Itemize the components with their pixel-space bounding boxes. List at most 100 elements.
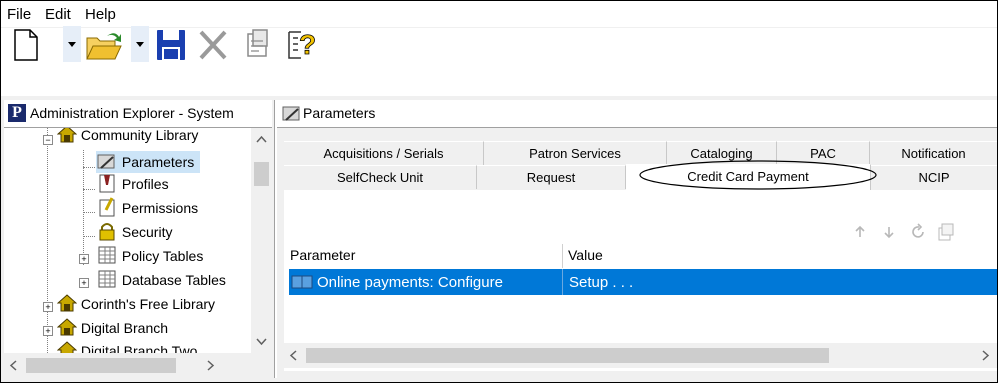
tab-acquisitions-serials[interactable]: Acquisitions / Serials [284,141,484,165]
polaris-logo-icon: P [8,104,26,122]
chevron-down-icon [136,42,144,47]
library-branch-icon [56,294,78,312]
tab-ncip[interactable]: NCIP [871,165,997,189]
tree-line [83,236,95,237]
profiles-icon [99,174,115,193]
scroll-up-icon[interactable] [251,130,272,150]
tree-line [47,128,48,353]
parameters-title: Parameters [303,105,376,121]
refresh-icon[interactable] [909,223,927,241]
parameter-cell: Online payments: Configure [317,274,503,291]
tab-label: Acquisitions / Serials [323,146,444,161]
delete-x-icon[interactable] [197,28,229,62]
parameters-header: Parameters [277,100,997,128]
highlight-ellipse [639,160,877,190]
tree-item-database-tables[interactable]: Database Tables [96,269,226,291]
parameters-icon [282,106,300,121]
tree-item-digital-branch[interactable]: Digital Branch [56,317,169,339]
column-divider[interactable] [562,244,563,268]
save-disk-icon[interactable] [155,28,187,62]
menu-edit[interactable]: Edit [45,6,71,23]
security-lock-icon [99,223,115,241]
tree-item-label: Corinth's Free Library [80,296,216,312]
value-cell[interactable]: Setup . . . [569,274,633,291]
whats-this-help-icon[interactable]: ? [287,28,319,62]
tab-label: Notification [901,146,966,161]
explorer-horizontal-scrollbar[interactable] [4,353,272,378]
scroll-down-icon[interactable] [251,331,272,351]
tree-item-label: Permissions [121,200,199,216]
expand-toggle[interactable]: + [79,278,89,288]
explorer-tree: − Community Library Parameters Profiles [4,128,272,353]
new-document-icon[interactable] [13,28,39,62]
scroll-thumb[interactable] [306,348,829,363]
scroll-thumb[interactable] [26,358,176,373]
grid-header: Parameter Value [284,244,997,268]
book-icon [291,275,313,289]
table-icon [98,246,116,264]
table-row[interactable]: Online payments: Configure Setup . . . [289,269,997,295]
pane-splitter[interactable] [274,100,277,378]
tree-line [83,189,95,190]
column-header-parameter[interactable]: Parameter [290,247,355,263]
tab-label: Request [526,170,576,185]
open-dropdown-button[interactable] [131,26,149,62]
expand-toggle[interactable]: + [43,326,53,336]
expand-toggle[interactable]: + [43,302,53,312]
tab-label: SelfCheck Unit [337,170,423,185]
cell-divider [562,269,563,295]
collapse-toggle[interactable]: − [43,135,53,145]
table-icon [98,270,116,288]
tree-line [83,167,95,168]
tree-item-label: Digital Branch [80,320,169,336]
menu-help[interactable]: Help [85,6,116,23]
library-branch-icon [56,128,78,143]
tab-label: Patron Services [529,146,621,161]
menu-file[interactable]: File [7,6,31,23]
tree-item-parameters[interactable]: Parameters [96,151,201,173]
svg-text:?: ? [299,29,316,60]
application-window: File Edit Help ? P Administration Explor… [0,0,998,383]
tab-label: NCIP [918,170,950,185]
tree-item-corinths-free-library[interactable]: Corinth's Free Library [56,293,216,315]
tree-item-label: Community Library [80,128,199,143]
tree-item-security[interactable]: Security [96,221,172,243]
tree-item-permissions[interactable]: Permissions [96,197,198,219]
new-dropdown-button[interactable] [63,26,81,62]
library-branch-icon [56,341,78,353]
library-branch-icon [56,318,78,336]
parameters-icon [97,154,115,169]
tree-line [83,212,95,213]
scroll-left-icon[interactable] [284,343,304,368]
tab-request[interactable]: Request [477,165,626,189]
tree-item-policy-tables[interactable]: Policy Tables [96,245,203,267]
grid-horizontal-scrollbar[interactable] [284,343,997,368]
toolbar: ? [1,26,997,96]
explorer-vertical-scrollbar[interactable] [251,128,272,353]
menu-bar: File Edit Help [1,1,997,27]
tree-item-label: Parameters [121,154,195,170]
scroll-right-icon[interactable] [200,353,220,378]
move-down-icon[interactable] [881,224,897,240]
scroll-left-icon[interactable] [4,353,24,378]
tree-item-label: Database Tables [121,272,226,288]
move-up-icon[interactable] [852,224,868,240]
tree-item-community-library[interactable]: Community Library [56,128,199,146]
tree-item-label: Profiles [121,176,169,192]
tree-item-digital-branch-two[interactable]: Digital Branch Two [56,340,197,353]
open-folder-icon[interactable] [85,28,123,62]
explorer-header: P Administration Explorer - System [4,100,272,128]
properties-icon[interactable] [245,28,271,62]
scroll-right-icon[interactable] [975,343,995,368]
expand-toggle[interactable]: + [79,254,89,264]
tree-item-profiles[interactable]: Profiles [96,173,169,195]
tab-selfcheck-unit[interactable]: SelfCheck Unit [284,165,477,189]
explorer-title: Administration Explorer - System [30,105,234,121]
properties-icon[interactable] [937,223,955,241]
tab-notification[interactable]: Notification [870,141,997,165]
permissions-icon [99,197,115,217]
column-header-value[interactable]: Value [568,247,603,263]
scroll-thumb[interactable] [254,162,269,186]
tree-item-label: Security [121,224,173,240]
tree-item-label: Policy Tables [121,248,204,264]
